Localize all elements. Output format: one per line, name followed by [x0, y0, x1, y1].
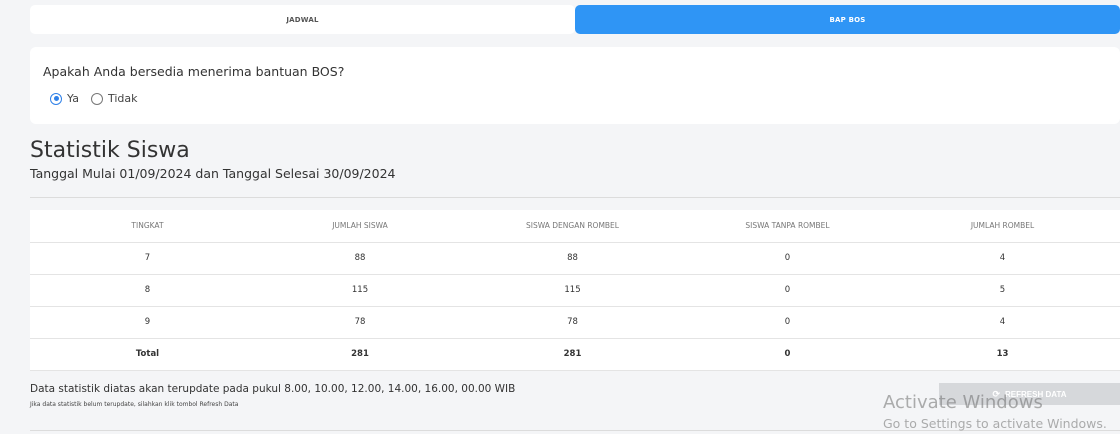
cell-siswa-tanpa-rombel: 0	[690, 306, 885, 339]
radio-unchecked-icon[interactable]	[90, 92, 103, 105]
statistics-table: TINGKAT JUMLAH SISWA SISWA DENGAN ROMBEL…	[30, 210, 1120, 371]
cell-siswa-dengan-rombel: 115	[455, 274, 690, 307]
cell-siswa-tanpa-rombel: 0	[690, 242, 885, 275]
radio-option-ya[interactable]: Ya	[50, 92, 79, 105]
activate-windows-watermark-title: Activate Windows	[883, 392, 1043, 413]
cell-jumlah-siswa: 88	[265, 242, 455, 275]
radio-label-ya: Ya	[67, 92, 79, 105]
bos-radio-group: Ya Tidak	[50, 92, 149, 105]
divider	[30, 197, 1120, 198]
cell-jumlah-siswa: 78	[265, 306, 455, 339]
tab-jadwal[interactable]: JADWAL	[30, 5, 575, 34]
column-header-jumlah-siswa: JUMLAH SISWA	[265, 210, 455, 243]
cell-total-jumlah-siswa: 281	[265, 338, 455, 371]
update-schedule-note: Data statistik diatas akan terupdate pad…	[30, 383, 516, 395]
cell-tingkat: 9	[30, 306, 265, 339]
column-header-siswa-tanpa-rombel: SISWA TANPA ROMBEL	[690, 210, 885, 243]
column-header-siswa-dengan-rombel: SISWA DENGAN ROMBEL	[455, 210, 690, 243]
cell-siswa-tanpa-rombel: 0	[690, 274, 885, 307]
cell-tingkat: 8	[30, 274, 265, 307]
cell-jumlah-rombel: 5	[885, 274, 1120, 307]
cell-total-jumlah-rombel: 13	[885, 338, 1120, 371]
cell-siswa-dengan-rombel: 88	[455, 242, 690, 275]
column-header-tingkat: TINGKAT	[30, 210, 265, 243]
activate-windows-watermark-subtitle: Go to Settings to activate Windows.	[883, 416, 1107, 431]
table-row: 9 78 78 0 4	[30, 306, 1120, 339]
column-header-jumlah-rombel: JUMLAH ROMBEL	[885, 210, 1120, 243]
cell-total-siswa-tanpa-rombel: 0	[690, 338, 885, 371]
refresh-help-note: Jika data statistik belum terupdate, sil…	[30, 401, 239, 408]
cell-jumlah-rombel: 4	[885, 306, 1120, 339]
tab-bap-bos[interactable]: BAP BOS	[575, 5, 1120, 34]
table-total-row: Total 281 281 0 13	[30, 338, 1120, 371]
radio-label-tidak: Tidak	[107, 92, 138, 105]
cell-siswa-dengan-rombel: 78	[455, 306, 690, 339]
radio-option-tidak[interactable]: Tidak	[90, 92, 138, 105]
bos-question-card: Apakah Anda bersedia menerima bantuan BO…	[30, 47, 1120, 124]
cell-total-label: Total	[30, 338, 265, 371]
cell-jumlah-siswa: 115	[265, 274, 455, 307]
statistics-title: Statistik Siswa	[30, 138, 190, 163]
tab-bar: JADWAL BAP BOS	[30, 5, 1120, 34]
cell-total-siswa-dengan-rombel: 281	[455, 338, 690, 371]
cell-tingkat: 7	[30, 242, 265, 275]
table-row: 7 88 88 0 4	[30, 242, 1120, 275]
radio-checked-icon[interactable]	[50, 92, 62, 105]
bos-question-text: Apakah Anda bersedia menerima bantuan BO…	[43, 64, 345, 79]
cell-jumlah-rombel: 4	[885, 242, 1120, 275]
table-row: 8 115 115 0 5	[30, 274, 1120, 307]
table-header-row: TINGKAT JUMLAH SISWA SISWA DENGAN ROMBEL…	[30, 210, 1120, 243]
statistics-date-range: Tanggal Mulai 01/09/2024 dan Tanggal Sel…	[30, 166, 396, 181]
